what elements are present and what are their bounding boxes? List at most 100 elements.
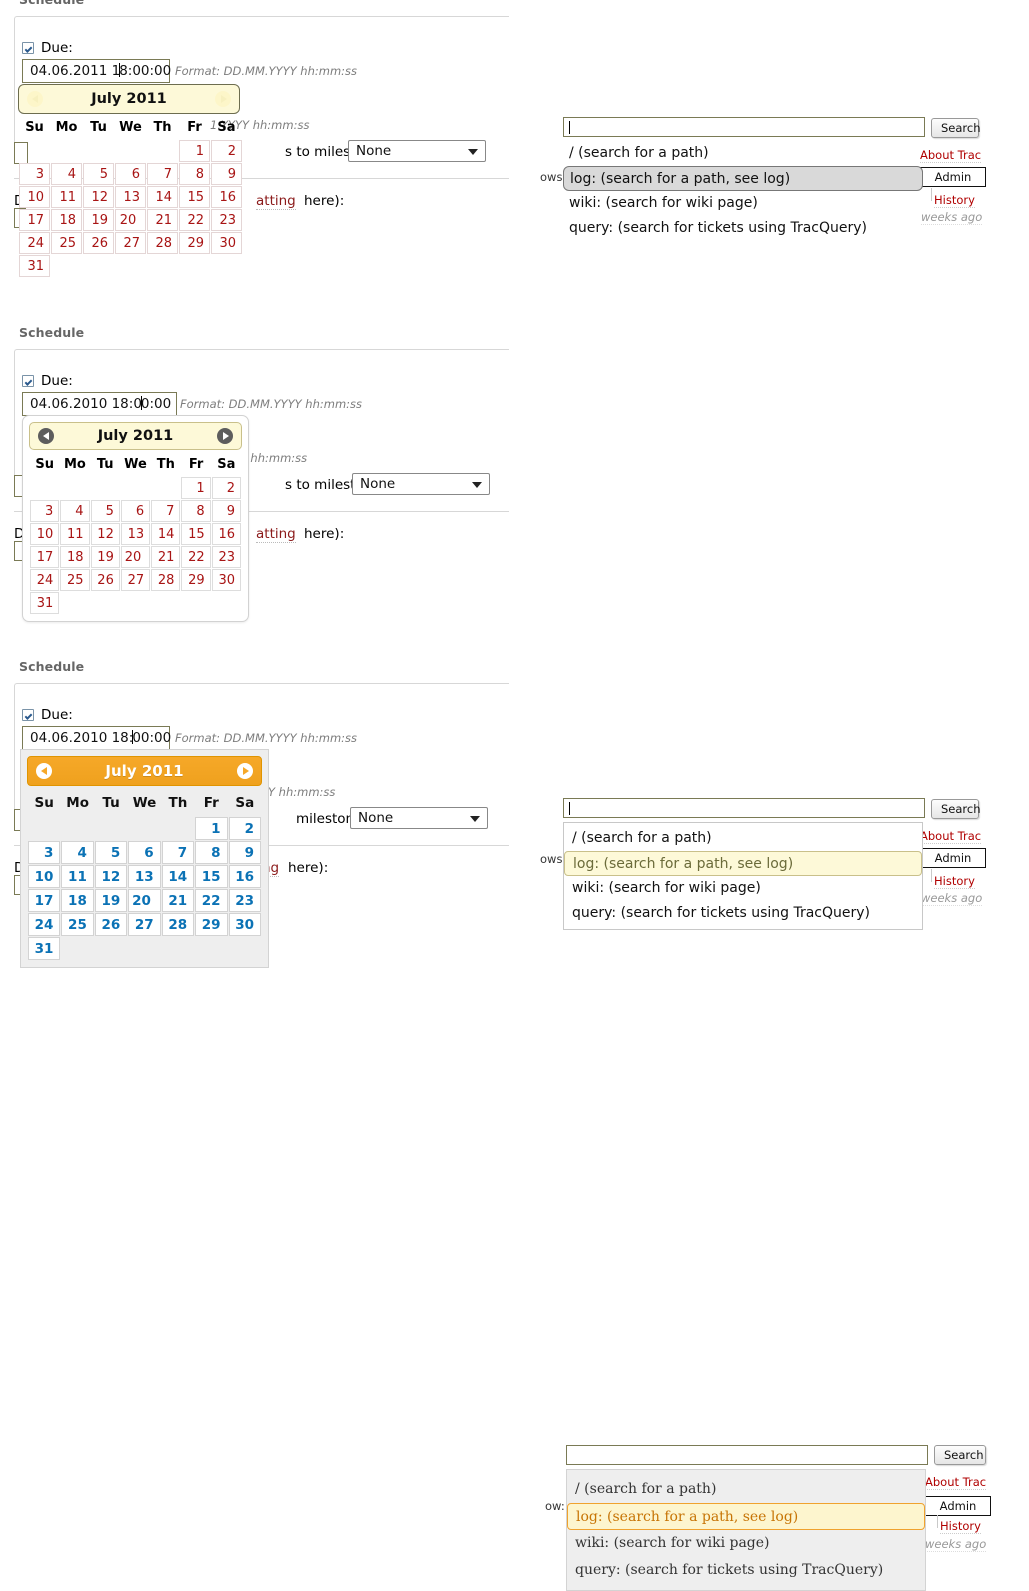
calendar-day[interactable]: 19: [94, 889, 128, 912]
calendar-day[interactable]: 21: [147, 209, 178, 231]
calendar-day[interactable]: 30: [211, 569, 241, 591]
calendar-day[interactable]: 17: [30, 546, 60, 568]
prev-month-icon[interactable]: [36, 763, 52, 779]
calendar-day[interactable]: 8: [181, 500, 211, 522]
prev-month-icon[interactable]: [27, 91, 43, 107]
due-date-input[interactable]: 04.06.2010 18:00:00: [22, 726, 171, 750]
search-button[interactable]: Search: [931, 118, 981, 138]
autocomplete-option[interactable]: query: (search for tickets using TracQue…: [563, 216, 923, 241]
calendar-day[interactable]: 15: [181, 523, 211, 545]
calendar-day[interactable]: 11: [60, 523, 90, 545]
admin-button[interactable]: Admin: [925, 1496, 991, 1516]
next-month-icon[interactable]: [215, 91, 231, 107]
calendar-day[interactable]: 11: [51, 186, 82, 208]
calendar-day[interactable]: 23: [228, 889, 261, 912]
due-checkbox[interactable]: [22, 709, 34, 721]
milestone-select[interactable]: None: [350, 807, 488, 829]
autocomplete-option[interactable]: log: (search for a path, see log): [564, 851, 922, 876]
calendar-day[interactable]: 13: [115, 186, 146, 208]
calendar-day[interactable]: 5: [90, 500, 120, 522]
calendar-day[interactable]: 26: [90, 569, 120, 591]
calendar-day[interactable]: 31: [28, 937, 61, 960]
calendar-day[interactable]: 4: [51, 163, 82, 185]
milestone-select[interactable]: None: [352, 473, 490, 495]
calendar-day[interactable]: 27: [128, 913, 161, 936]
calendar-day[interactable]: 23: [211, 209, 242, 231]
calendar-day[interactable]: 28: [151, 569, 181, 591]
calendar-day[interactable]: 24: [28, 913, 61, 936]
calendar-day[interactable]: 4: [60, 500, 90, 522]
calendar-day[interactable]: 3: [30, 500, 60, 522]
calendar-day[interactable]: 5: [83, 163, 114, 185]
search-button[interactable]: Search: [931, 799, 981, 819]
calendar-day[interactable]: 20: [120, 546, 151, 568]
calendar-day[interactable]: 14: [151, 523, 181, 545]
calendar-day[interactable]: 1: [195, 817, 228, 840]
calendar-day[interactable]: 8: [195, 841, 228, 864]
calendar-day[interactable]: 23: [211, 546, 241, 568]
calendar-day[interactable]: 12: [83, 186, 114, 208]
calendar-day[interactable]: 2: [211, 140, 242, 162]
calendar-day[interactable]: 17: [28, 889, 61, 912]
history-link[interactable]: History: [940, 1519, 981, 1534]
calendar-day[interactable]: 16: [211, 523, 241, 545]
wikiformatting-link-fragment[interactable]: atting: [256, 526, 296, 543]
history-link[interactable]: History: [934, 193, 975, 208]
autocomplete-option[interactable]: / (search for a path): [567, 1476, 925, 1503]
autocomplete-option[interactable]: query: (search for tickets using TracQue…: [567, 1557, 925, 1584]
calendar-day[interactable]: 6: [120, 500, 151, 522]
autocomplete-option[interactable]: log: (search for a path, see log): [567, 1503, 925, 1530]
calendar-day[interactable]: 10: [28, 865, 61, 888]
autocomplete-option[interactable]: wiki: (search for wiki page): [567, 1530, 925, 1557]
calendar-day[interactable]: 8: [179, 163, 210, 185]
due-checkbox[interactable]: [22, 42, 34, 54]
calendar-day[interactable]: 9: [211, 163, 242, 185]
about-trac-link[interactable]: About Trac: [925, 1475, 987, 1490]
calendar-day[interactable]: 21: [151, 546, 181, 568]
calendar-day[interactable]: 31: [30, 592, 60, 614]
calendar-day[interactable]: 3: [19, 163, 50, 185]
calendar-day[interactable]: 10: [30, 523, 60, 545]
autocomplete-option[interactable]: / (search for a path): [564, 826, 922, 851]
calendar-day[interactable]: 15: [179, 186, 210, 208]
search-input[interactable]: [563, 798, 925, 818]
calendar-day[interactable]: 25: [51, 232, 82, 254]
autocomplete-option[interactable]: query: (search for tickets using TracQue…: [564, 901, 922, 926]
calendar-day[interactable]: 6: [115, 163, 146, 185]
calendar-day[interactable]: 24: [30, 569, 60, 591]
calendar-day[interactable]: 14: [147, 186, 178, 208]
admin-button[interactable]: Admin: [920, 848, 986, 868]
history-link[interactable]: History: [934, 874, 975, 889]
calendar-day[interactable]: 25: [60, 569, 90, 591]
calendar-day[interactable]: 20: [115, 209, 146, 231]
calendar-day[interactable]: 19: [90, 546, 120, 568]
calendar-day[interactable]: 25: [61, 913, 94, 936]
calendar-day[interactable]: 19: [83, 209, 114, 231]
prev-month-icon[interactable]: [38, 428, 54, 444]
calendar-day[interactable]: 2: [228, 817, 261, 840]
calendar-day[interactable]: 29: [179, 232, 210, 254]
calendar-day[interactable]: 9: [228, 841, 261, 864]
wikiformatting-link-fragment[interactable]: atting: [256, 193, 296, 210]
autocomplete-option[interactable]: / (search for a path): [563, 141, 923, 166]
calendar-day[interactable]: 1: [181, 477, 211, 499]
autocomplete-option[interactable]: wiki: (search for wiki page): [563, 191, 923, 216]
calendar-day[interactable]: 31: [19, 255, 50, 277]
search-input[interactable]: [563, 117, 925, 137]
calendar-day[interactable]: 30: [228, 913, 261, 936]
calendar-day[interactable]: 12: [94, 865, 128, 888]
calendar-day[interactable]: 11: [61, 865, 94, 888]
calendar-day[interactable]: 20: [128, 889, 161, 912]
next-month-icon[interactable]: [237, 763, 253, 779]
calendar-day[interactable]: 2: [211, 477, 241, 499]
due-date-input[interactable]: 04.06.2011 18:00:00: [22, 59, 171, 83]
milestone-select[interactable]: None: [348, 140, 486, 162]
calendar-day[interactable]: 10: [19, 186, 50, 208]
calendar-day[interactable]: 21: [161, 889, 195, 912]
calendar-day[interactable]: 6: [128, 841, 161, 864]
calendar-day[interactable]: 28: [161, 913, 195, 936]
calendar-day[interactable]: 18: [61, 889, 94, 912]
calendar-day[interactable]: 17: [19, 209, 50, 231]
calendar-day[interactable]: 16: [211, 186, 242, 208]
calendar-day[interactable]: 4: [61, 841, 94, 864]
